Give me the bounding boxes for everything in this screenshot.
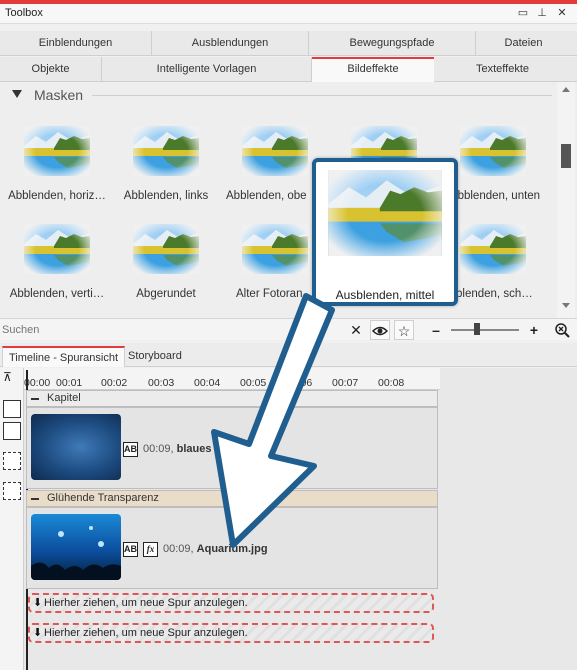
expand-icon[interactable]: [3, 452, 21, 470]
track-header-gluehende-transparenz[interactable]: Glühende Transparenz: [26, 490, 438, 507]
title-bar: Toolbox ▭ ⊥ ✕: [0, 4, 577, 24]
text-badge-icon[interactable]: AB: [123, 442, 138, 457]
effect-thumbnail[interactable]: [24, 224, 90, 274]
section-title: Masken: [34, 87, 84, 103]
search-bar: ✕ ☆ – +: [0, 318, 577, 340]
eye-icon[interactable]: [370, 320, 390, 340]
timeline-tool-column: ⊼: [0, 368, 24, 670]
drop-zone-label: Hierher ziehen, um neue Spur anzulegen.: [44, 597, 248, 609]
selected-effect-label: Ausblenden, mittel: [335, 288, 435, 302]
search-input[interactable]: [2, 321, 342, 338]
collapse-icon[interactable]: [3, 482, 21, 500]
tab-ausblendungen[interactable]: Ausblendungen: [152, 31, 309, 56]
clip-thumbnail-blue[interactable]: [31, 414, 121, 480]
zoom-slider[interactable]: [451, 329, 519, 331]
timeline-tab-bar: Timeline - Spuransicht Storyboard: [0, 343, 577, 367]
down-arrow-icon: ⬇: [33, 597, 43, 609]
restore-icon[interactable]: ▭: [516, 6, 530, 20]
tab-dateien[interactable]: Dateien: [476, 31, 571, 56]
tab-bewegungspfade[interactable]: Bewegungspfade: [309, 31, 476, 56]
ruler-tick-label: 00:06: [286, 377, 313, 389]
close-window-icon[interactable]: ✕: [555, 6, 569, 20]
ruler-tick-label: 00:08: [378, 377, 405, 389]
effect-thumbnail[interactable]: [133, 126, 199, 176]
star-icon[interactable]: ☆: [394, 320, 414, 340]
section-header-masken[interactable]: Masken: [0, 82, 560, 108]
remove-track-icon[interactable]: [3, 422, 21, 440]
track-label: Glühende Transparenz: [47, 492, 159, 504]
timeline-area: ⊼ 00:00 00:01 00:02 00:03 00:04 00:05 00…: [0, 368, 577, 670]
magnet-icon[interactable]: ⊼: [3, 370, 21, 388]
track-kapitel: AB 00:09, blaues li: [26, 407, 438, 489]
down-arrow-icon: ⬇: [33, 627, 43, 639]
drop-zone-label: Hierher ziehen, um neue Spur anzulegen.: [44, 627, 248, 639]
vertical-scrollbar[interactable]: [557, 82, 575, 318]
effect-label: Abblenden, horiz…: [8, 190, 106, 202]
clip-duration: 00:09,: [163, 543, 194, 555]
clip-duration: 00:09,: [143, 443, 174, 455]
fx-badge-icon[interactable]: fx: [143, 542, 158, 557]
effect-preview-image: [327, 170, 443, 256]
effect-label: Abblenden, verti…: [9, 288, 105, 300]
collapse-icon[interactable]: [31, 498, 39, 500]
section-divider: [92, 95, 552, 96]
tab-einblendungen[interactable]: Einblendungen: [0, 31, 152, 56]
zoom-slider-knob[interactable]: [474, 323, 480, 335]
clip-name: Aquarium.jpg: [196, 543, 268, 555]
clip-thumbnail-aquarium[interactable]: [31, 514, 121, 580]
track-aquarium: AB fx 00:09, Aquarium.jpg: [26, 507, 438, 589]
zoom-in-plus-icon[interactable]: +: [524, 320, 544, 340]
effect-label: Alter Fotoran: [236, 288, 303, 300]
tab-timeline-spuransicht[interactable]: Timeline - Spuransicht: [2, 346, 126, 367]
timeline-ruler[interactable]: 00:00 00:01 00:02 00:03 00:04 00:05 00:0…: [24, 368, 440, 670]
effect-thumbnail[interactable]: [242, 224, 308, 274]
tab-storyboard[interactable]: Storyboard: [122, 346, 188, 367]
close-icon[interactable]: ✕: [346, 320, 366, 340]
text-badge-icon[interactable]: AB: [123, 542, 138, 557]
effect-thumbnail[interactable]: [24, 126, 90, 176]
effect-label: Abgerundet: [136, 288, 196, 300]
effect-thumbnail[interactable]: [460, 126, 526, 176]
ruler-tick-label: 00:01: [56, 377, 83, 389]
clip-name: blaues li: [176, 443, 221, 455]
tab-objekte[interactable]: Objekte: [0, 57, 102, 82]
collapse-icon[interactable]: [31, 398, 39, 400]
drop-zone-new-track[interactable]: ⬇ Hierher ziehen, um neue Spur anzulegen…: [28, 593, 434, 613]
collapse-triangle-icon[interactable]: [12, 90, 22, 98]
tab-bildeffekte[interactable]: Bildeffekte: [312, 57, 434, 82]
scroll-down-icon[interactable]: [562, 303, 570, 308]
tab-texteffekte[interactable]: Texteffekte: [434, 57, 571, 82]
ruler-tick-label: 00:05: [240, 377, 267, 389]
ruler-tick-label: 00:02: [101, 377, 128, 389]
pin-icon[interactable]: ⊥: [535, 6, 549, 20]
effect-label: blenden, sch…: [456, 288, 533, 300]
clip-info: 00:09, Aquarium.jpg: [163, 543, 268, 555]
tab-row-1: Einblendungen Ausblendungen Bewegungspfa…: [0, 31, 577, 56]
effect-thumbnail[interactable]: [133, 224, 199, 274]
effect-label: Abblenden, links: [123, 190, 209, 202]
track-label: Kapitel: [47, 392, 81, 404]
scroll-up-icon[interactable]: [562, 87, 570, 92]
zoom-out-minus-icon[interactable]: –: [426, 320, 446, 340]
effect-label: Abblenden, obe: [226, 190, 307, 202]
selected-effect-highlight[interactable]: Ausblenden, mittel: [312, 158, 458, 306]
track-header-kapitel[interactable]: Kapitel: [26, 390, 438, 407]
ruler-tick-label: 00:04: [194, 377, 221, 389]
tab-row-2: Objekte Intelligente Vorlagen Bildeffekt…: [0, 57, 577, 82]
effects-panel: Masken Abblenden, horiz… Abblenden, link…: [0, 82, 577, 318]
scroll-thumb[interactable]: [561, 144, 571, 168]
clip-info: 00:09, blaues li: [143, 443, 221, 455]
effect-thumbnail[interactable]: [460, 224, 526, 274]
drop-zone-new-track[interactable]: ⬇ Hierher ziehen, um neue Spur anzulegen…: [28, 623, 434, 643]
zoom-fit-icon[interactable]: [552, 320, 572, 340]
ruler-tick-label: 00:07: [332, 377, 359, 389]
effect-thumbnail[interactable]: [242, 126, 308, 176]
tab-intelligente-vorlagen[interactable]: Intelligente Vorlagen: [102, 57, 312, 82]
window-title: Toolbox: [5, 7, 43, 19]
add-track-icon[interactable]: [3, 400, 21, 418]
ruler-tick-label: 00:03: [148, 377, 175, 389]
